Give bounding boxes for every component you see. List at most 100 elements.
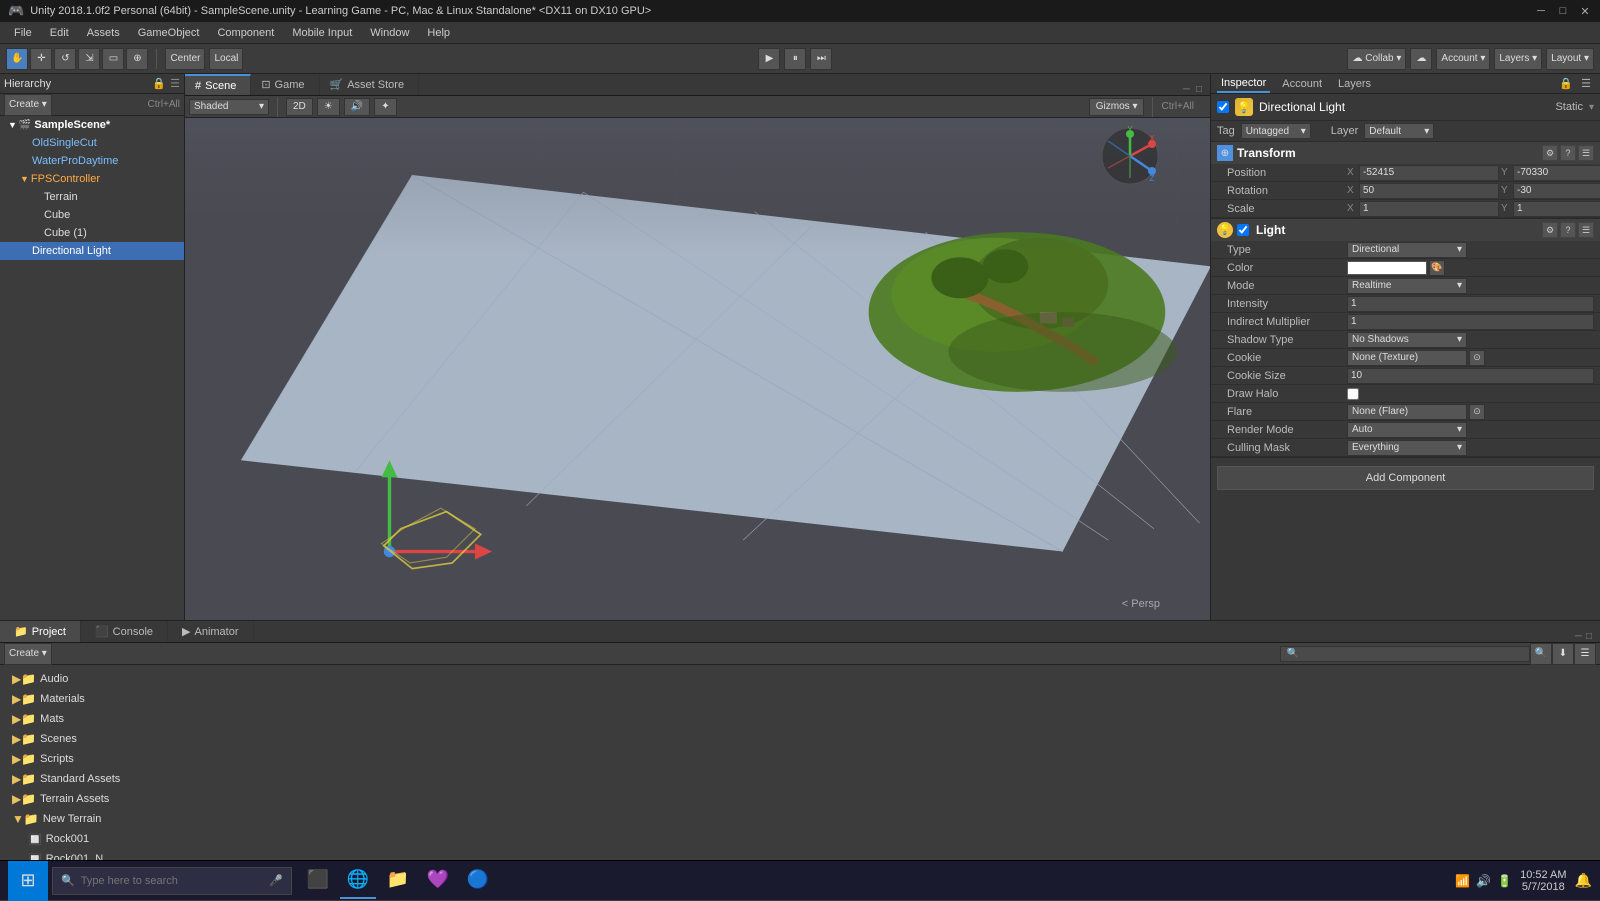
menu-gameobject[interactable]: GameObject bbox=[130, 25, 208, 41]
taskbar-app-explorer[interactable]: 📁 bbox=[380, 863, 416, 899]
tag-dropdown[interactable]: Untagged ▾ bbox=[1241, 123, 1311, 139]
maximize-btn[interactable]: □ bbox=[1556, 4, 1570, 18]
tab-console[interactable]: ⬛ Console bbox=[81, 621, 168, 642]
hierarchy-item-directional[interactable]: Directional Light bbox=[0, 242, 184, 260]
static-chevron-icon[interactable]: ▾ bbox=[1589, 102, 1594, 113]
flare-select-btn[interactable]: ⊙ bbox=[1469, 404, 1485, 420]
pause-btn[interactable]: ⏸ bbox=[784, 48, 806, 70]
project-menu-btn[interactable]: ☰ bbox=[1574, 643, 1596, 665]
hierarchy-item-terrain[interactable]: Terrain bbox=[0, 188, 184, 206]
culling-dropdown[interactable]: Everything ▾ bbox=[1347, 440, 1467, 456]
hierarchy-item-cube1[interactable]: Cube (1) bbox=[0, 224, 184, 242]
hand-tool[interactable]: ✋ bbox=[6, 48, 28, 70]
taskbar-app-edge[interactable]: 🌐 bbox=[340, 863, 376, 899]
light-enabled-checkbox[interactable] bbox=[1237, 224, 1249, 236]
scale-y-input[interactable] bbox=[1513, 201, 1600, 217]
folder-terrain-assets[interactable]: ▶📁 Terrain Assets bbox=[8, 789, 1592, 809]
create-btn[interactable]: Create ▾ bbox=[4, 643, 52, 665]
position-y-input[interactable] bbox=[1513, 165, 1600, 181]
transform-menu-btn[interactable]: ☰ bbox=[1578, 145, 1594, 161]
effects-btn[interactable]: ✦ bbox=[374, 98, 396, 116]
folder-mats[interactable]: ▶📁 Mats bbox=[8, 709, 1592, 729]
folder-audio[interactable]: ▶📁 Audio bbox=[8, 669, 1592, 689]
menu-edit[interactable]: Edit bbox=[42, 25, 77, 41]
hierarchy-menu-icon[interactable]: ☰ bbox=[170, 77, 180, 90]
hierarchy-item-waterpro[interactable]: WaterProDaytime bbox=[0, 152, 184, 170]
file-rock001[interactable]: 🔲 Rock001 bbox=[8, 829, 1592, 849]
add-component-btn[interactable]: Add Component bbox=[1217, 466, 1594, 490]
draw-halo-checkbox[interactable] bbox=[1347, 388, 1359, 400]
tab-layers[interactable]: Layers bbox=[1334, 76, 1375, 92]
account-btn[interactable]: Account ▾ bbox=[1436, 48, 1490, 70]
gizmos-btn[interactable]: Gizmos ▾ bbox=[1089, 98, 1145, 116]
minimize-panel-btn[interactable]: ─ bbox=[1183, 84, 1190, 95]
tab-animator[interactable]: ▶ Animator bbox=[168, 621, 254, 642]
menu-file[interactable]: File bbox=[6, 25, 40, 41]
hierarchy-create-btn[interactable]: Create ▾ bbox=[4, 94, 52, 116]
layer-dropdown[interactable]: Default ▾ bbox=[1364, 123, 1434, 139]
cookie-select-btn[interactable]: ⊙ bbox=[1469, 350, 1485, 366]
hierarchy-item-oldinglecut[interactable]: OldSingleCut bbox=[0, 134, 184, 152]
taskbar-app-taskview[interactable]: ⬛ bbox=[300, 863, 336, 899]
position-x-input[interactable] bbox=[1359, 165, 1499, 181]
cookie-size-input[interactable] bbox=[1347, 368, 1594, 384]
indirect-input[interactable] bbox=[1347, 314, 1594, 330]
local-btn[interactable]: Local bbox=[209, 48, 243, 70]
center-btn[interactable]: Center bbox=[165, 48, 205, 70]
shading-dropdown[interactable]: Shaded ▾ bbox=[189, 99, 269, 115]
import-btn[interactable]: ⬇ bbox=[1552, 643, 1574, 665]
tab-game[interactable]: ⊡ Game bbox=[251, 74, 319, 95]
collab-btn[interactable]: ☁ Collab ▾ bbox=[1347, 48, 1406, 70]
close-btn[interactable]: ✕ bbox=[1578, 4, 1592, 18]
mode-dropdown[interactable]: Realtime ▾ bbox=[1347, 278, 1467, 294]
audio-btn[interactable]: 🔊 bbox=[344, 98, 370, 116]
lighting-btn[interactable]: ☀ bbox=[317, 98, 340, 116]
menu-component[interactable]: Component bbox=[209, 25, 282, 41]
bottom-maximize-btn[interactable]: □ bbox=[1586, 631, 1592, 642]
menu-window[interactable]: Window bbox=[362, 25, 417, 41]
folder-standard-assets[interactable]: ▶📁 Standard Assets bbox=[8, 769, 1592, 789]
bottom-minimize-btn[interactable]: ─ bbox=[1575, 631, 1582, 642]
scale-x-input[interactable] bbox=[1359, 201, 1499, 217]
scene-viewport[interactable]: X Y Z bbox=[185, 118, 1210, 620]
inspector-menu-btn[interactable]: ☰ bbox=[1578, 76, 1594, 92]
search-icon-btn[interactable]: 🔍 bbox=[1530, 643, 1552, 665]
project-search-input[interactable] bbox=[1280, 646, 1530, 662]
tab-account[interactable]: Account bbox=[1278, 76, 1326, 92]
rotation-x-input[interactable] bbox=[1359, 183, 1499, 199]
tab-inspector[interactable]: Inspector bbox=[1217, 75, 1270, 93]
transform-settings-btn[interactable]: ⚙ bbox=[1542, 145, 1558, 161]
menu-assets[interactable]: Assets bbox=[79, 25, 128, 41]
rotation-y-input[interactable] bbox=[1513, 183, 1600, 199]
layers-btn[interactable]: Layers ▾ bbox=[1494, 48, 1542, 70]
tab-scene[interactable]: # Scene bbox=[185, 74, 251, 95]
hierarchy-item-samplescene[interactable]: ▼ 🎬 SampleScene* bbox=[0, 116, 184, 134]
maximize-panel-btn[interactable]: □ bbox=[1196, 84, 1202, 95]
light-settings-btn[interactable]: ⚙ bbox=[1542, 222, 1558, 238]
shadow-dropdown[interactable]: No Shadows ▾ bbox=[1347, 332, 1467, 348]
color-swatch[interactable] bbox=[1347, 261, 1427, 275]
folder-new-terrain[interactable]: ▼📁 New Terrain bbox=[8, 809, 1592, 829]
menu-help[interactable]: Help bbox=[419, 25, 458, 41]
notification-icon[interactable]: 🔔 bbox=[1575, 872, 1592, 889]
tab-project[interactable]: 📁 Project bbox=[0, 621, 81, 642]
cloud-btn[interactable]: ☁ bbox=[1410, 48, 1432, 70]
taskbar-search-input[interactable] bbox=[81, 875, 264, 887]
light-help-btn[interactable]: ? bbox=[1560, 222, 1576, 238]
rotate-tool[interactable]: ↺ bbox=[54, 48, 76, 70]
render-dropdown[interactable]: Auto ▾ bbox=[1347, 422, 1467, 438]
move-tool[interactable]: ✛ bbox=[30, 48, 52, 70]
minimize-btn[interactable]: ─ bbox=[1534, 4, 1548, 18]
transform-help-btn[interactable]: ? bbox=[1560, 145, 1576, 161]
taskbar-app-vs[interactable]: 💜 bbox=[420, 863, 456, 899]
inspector-lock-btn[interactable]: 🔒 bbox=[1558, 76, 1574, 92]
rect-tool[interactable]: ▭ bbox=[102, 48, 124, 70]
light-menu-btn[interactable]: ☰ bbox=[1578, 222, 1594, 238]
step-btn[interactable]: ⏭ bbox=[810, 48, 832, 70]
menu-mobileinput[interactable]: Mobile Input bbox=[284, 25, 360, 41]
scale-tool[interactable]: ⇲ bbox=[78, 48, 100, 70]
transform-header[interactable]: ⊕ Transform ⚙ ? ☰ bbox=[1211, 142, 1600, 164]
hierarchy-item-cube[interactable]: Cube bbox=[0, 206, 184, 224]
color-picker-btn[interactable]: 🎨 bbox=[1429, 260, 1445, 276]
taskbar-app-unity[interactable]: 🔵 bbox=[460, 863, 496, 899]
